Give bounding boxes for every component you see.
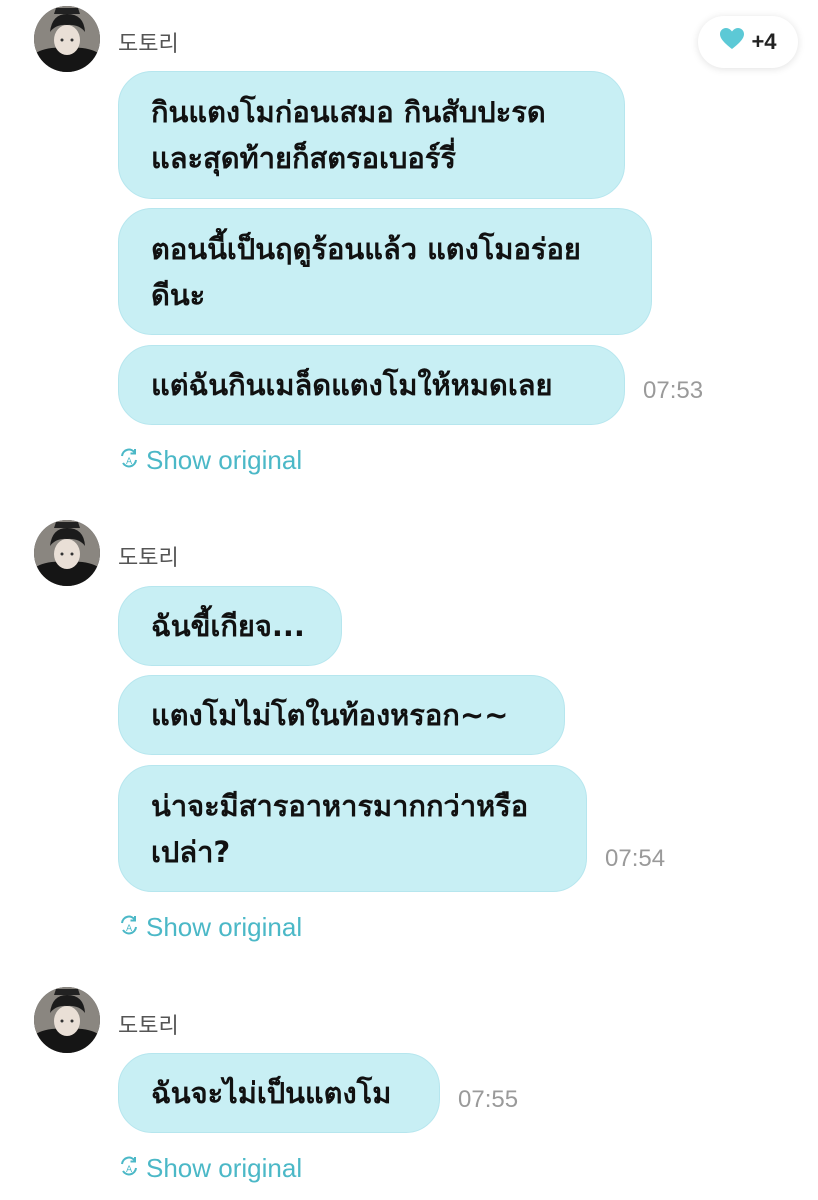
sender-name: 도토리 (118, 32, 179, 57)
message-time: 07:55 (458, 1086, 519, 1113)
reaction-count: +4 (751, 29, 777, 54)
message-time: 07:54 (605, 845, 666, 872)
show-original-link[interactable]: A Show original (118, 445, 302, 476)
sender-name: 도토리 (118, 546, 179, 571)
translate-icon: A (118, 445, 140, 476)
sender-name: 도토리 (118, 1014, 179, 1039)
translate-icon: A (118, 1153, 140, 1184)
message-time: 07:53 (643, 377, 704, 404)
message-text: แต่ฉันกินเมล็ดแตงโมให้หมดเลย (151, 368, 553, 402)
avatar[interactable] (34, 6, 100, 72)
show-original-link[interactable]: A Show original (118, 1153, 302, 1184)
show-original-link[interactable]: A Show original (118, 912, 302, 943)
translate-icon: A (118, 912, 140, 943)
message-text: แตงโมไม่โตในท้องหรอก~~ (151, 698, 509, 732)
message-text: ฉันจะไม่เป็นแตงโม (151, 1076, 392, 1110)
message-bubble[interactable]: แตงโมไม่โตในท้องหรอก~~ (118, 675, 565, 755)
heart-icon (719, 27, 745, 57)
show-original-label: Show original (146, 1153, 303, 1183)
message-bubble[interactable]: กินแตงโมก่อนเสมอ กินสับปะรด และสุดท้ายก็… (118, 71, 625, 199)
avatar[interactable] (34, 987, 100, 1053)
svg-text:A: A (126, 457, 133, 467)
svg-text:A: A (126, 1165, 133, 1175)
svg-text:A: A (126, 924, 133, 934)
message-text: น่าจะมีสารอาหารมากกว่าหรือ เปล่า? (151, 788, 529, 869)
message-text: ตอนนี้เป็นฤดูร้อนแล้ว แตงโมอร่อย ดีนะ (151, 231, 581, 312)
show-original-label: Show original (146, 912, 303, 942)
message-text: ฉันขี้เกียจ... (151, 609, 305, 643)
message-bubble[interactable]: ตอนนี้เป็นฤดูร้อนแล้ว แตงโมอร่อย ดีนะ (118, 208, 652, 335)
message-text: กินแตงโมก่อนเสมอ กินสับปะรด และสุดท้ายก็… (151, 95, 546, 175)
message-bubble[interactable]: น่าจะมีสารอาหารมากกว่าหรือ เปล่า? (118, 765, 587, 892)
show-original-label: Show original (146, 445, 303, 475)
message-bubble[interactable]: ฉันจะไม่เป็นแตงโม (118, 1053, 440, 1133)
avatar[interactable] (34, 520, 100, 586)
message-bubble[interactable]: แต่ฉันกินเมล็ดแตงโมให้หมดเลย (118, 345, 625, 425)
message-bubble[interactable]: ฉันขี้เกียจ... (118, 586, 342, 666)
reaction-badge[interactable]: +4 (698, 16, 798, 68)
